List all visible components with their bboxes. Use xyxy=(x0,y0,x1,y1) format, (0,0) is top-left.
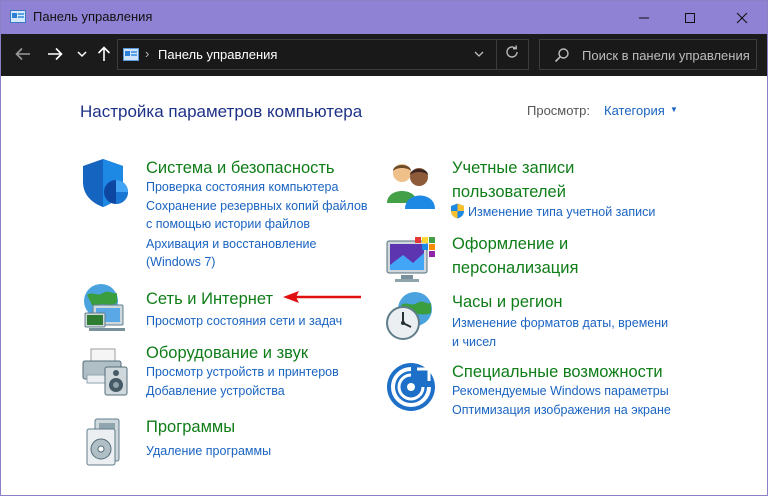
uac-shield-icon xyxy=(451,203,464,219)
chevron-down-icon xyxy=(474,51,484,57)
forward-button[interactable] xyxy=(45,44,65,64)
address-bar[interactable]: › Панель управления xyxy=(117,39,529,70)
user-accounts-icon[interactable] xyxy=(385,159,437,211)
category-system-security[interactable]: Система и безопасность xyxy=(146,156,335,180)
page-title: Настройка параметров компьютера xyxy=(80,102,363,121)
close-button[interactable] xyxy=(719,1,765,34)
title-bar[interactable]: Панель управления xyxy=(1,1,767,34)
shield-icon[interactable] xyxy=(79,157,131,209)
link-recommended-settings[interactable]: Рекомендуемые Windows параметры xyxy=(452,382,669,401)
control-panel-icon xyxy=(123,48,139,61)
link-change-formats[interactable]: Изменение форматов даты, времени xyxy=(452,314,668,333)
search-box[interactable] xyxy=(539,39,757,70)
link-change-account-type[interactable]: Изменение типа учетной записи xyxy=(468,203,655,222)
refresh-icon xyxy=(506,45,518,58)
minimize-icon xyxy=(639,17,649,18)
back-button[interactable] xyxy=(13,44,33,64)
link-devices-printers[interactable]: Просмотр устройств и принтеров xyxy=(146,363,339,382)
category-appearance-line2[interactable]: персонализация xyxy=(452,256,578,280)
maximize-icon xyxy=(685,12,695,23)
arrow-left-icon xyxy=(15,47,30,61)
link-uninstall-program[interactable]: Удаление программы xyxy=(146,442,271,461)
link-file-history-backup[interactable]: Сохранение резервных копий файлов xyxy=(146,197,368,216)
network-globe-icon[interactable] xyxy=(79,283,131,335)
link-network-status[interactable]: Просмотр состояния сети и задач xyxy=(146,312,342,331)
category-ease-of-access[interactable]: Специальные возможности xyxy=(452,360,663,384)
search-icon xyxy=(554,47,570,68)
arrow-right-icon xyxy=(48,47,63,61)
category-user-accounts[interactable]: Учетные записи xyxy=(452,156,574,180)
view-by-label: Просмотр: xyxy=(527,103,590,118)
category-network-internet[interactable]: Сеть и Интернет xyxy=(146,287,273,311)
control-panel-window: Панель управления › Панель управления По… xyxy=(0,0,768,496)
chevron-down-icon xyxy=(77,51,87,58)
breadcrumb-control-panel[interactable]: Панель управления xyxy=(158,47,277,62)
category-programs[interactable]: Программы xyxy=(146,415,235,439)
link-backup-restore[interactable]: Архивация и восстановление xyxy=(146,235,316,254)
link-add-device[interactable]: Добавление устройства xyxy=(146,382,285,401)
control-panel-icon xyxy=(10,10,26,23)
category-appearance[interactable]: Оформление и xyxy=(452,232,568,256)
window-title: Панель управления xyxy=(33,9,153,24)
address-dropdown-button[interactable] xyxy=(474,46,484,61)
close-icon xyxy=(736,12,748,23)
link-optimize-display[interactable]: Оптимизация изображения на экране xyxy=(452,401,671,420)
caret-down-icon[interactable]: ▼ xyxy=(670,105,678,114)
up-button[interactable] xyxy=(94,44,114,64)
link-check-computer-status[interactable]: Проверка состояния компьютера xyxy=(146,178,338,197)
printer-speaker-icon[interactable] xyxy=(79,345,131,397)
minimize-button[interactable] xyxy=(621,1,667,34)
refresh-button[interactable] xyxy=(504,44,520,65)
link-backup-restore-line2[interactable]: (Windows 7) xyxy=(146,253,215,272)
category-hardware-sound[interactable]: Оборудование и звук xyxy=(146,341,308,365)
clock-region-icon[interactable] xyxy=(385,291,437,343)
maximize-button[interactable] xyxy=(667,1,713,34)
category-user-accounts-line2[interactable]: пользователей xyxy=(452,180,566,204)
breadcrumb-chevron-icon[interactable]: › xyxy=(145,46,149,61)
link-file-history-backup-line2[interactable]: с помощью истории файлов xyxy=(146,215,310,234)
arrow-up-icon xyxy=(97,46,111,61)
link-change-formats-line2[interactable]: и чисел xyxy=(452,333,496,352)
personalization-icon[interactable] xyxy=(385,235,437,287)
programs-icon[interactable] xyxy=(79,417,131,469)
view-by-dropdown[interactable]: Категория xyxy=(604,103,665,118)
red-arrow-annotation xyxy=(283,291,361,303)
category-clock-region[interactable]: Часы и регион xyxy=(452,290,563,314)
navigation-bar: › Панель управления xyxy=(1,34,767,76)
search-input[interactable] xyxy=(582,46,754,64)
recent-locations-button[interactable] xyxy=(72,44,92,64)
address-divider xyxy=(496,40,497,69)
ease-of-access-icon[interactable] xyxy=(385,361,437,413)
